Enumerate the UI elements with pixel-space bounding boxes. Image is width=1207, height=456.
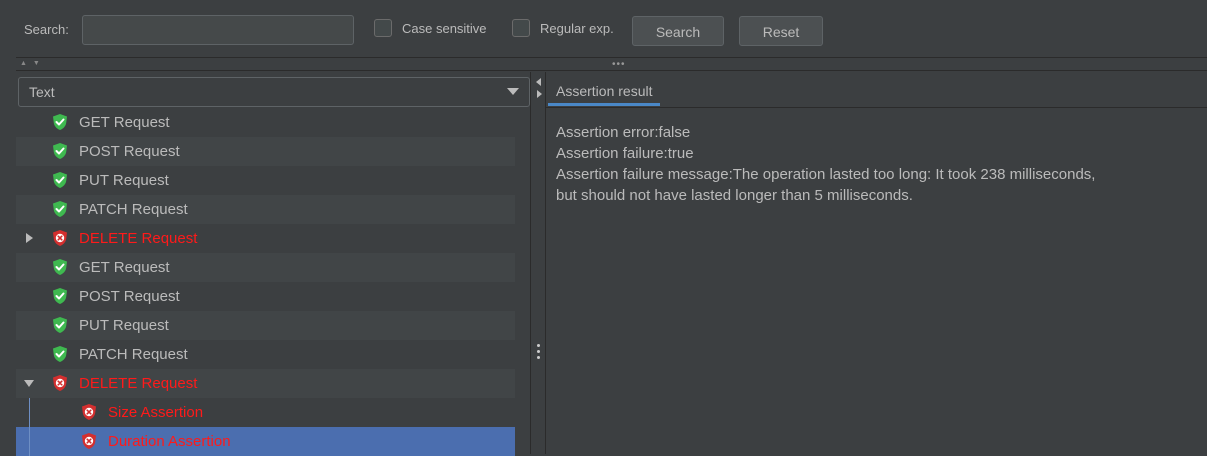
tree-row-label: GET Request xyxy=(79,114,170,131)
search-button[interactable]: Search xyxy=(632,16,724,46)
error-shield-icon xyxy=(51,374,69,392)
success-shield-icon xyxy=(51,316,69,334)
tree-row-label: DELETE Request xyxy=(79,230,198,247)
tree-row-label: Duration Assertion xyxy=(108,433,231,450)
success-shield-icon xyxy=(51,113,69,131)
results-tree: GET Request POST Request PUT Request PATCH … xyxy=(16,108,530,456)
divider xyxy=(16,57,1207,58)
tree-row[interactable]: DELETE Request xyxy=(16,369,515,398)
renderer-select-value: Text xyxy=(29,84,55,100)
collapse-right-icon[interactable] xyxy=(537,90,542,98)
tree-row-label: DELETE Request xyxy=(79,375,198,392)
tab-assertion-result[interactable]: Assertion result xyxy=(548,76,661,106)
tree-row[interactable]: PATCH Request xyxy=(16,195,515,224)
chevron-right-icon[interactable] xyxy=(26,233,33,243)
tree-row-label: PATCH Request xyxy=(79,201,188,218)
error-shield-icon xyxy=(80,403,98,421)
tree-row-label: Size Assertion xyxy=(108,404,204,421)
tree-row[interactable]: GET Request xyxy=(16,253,515,282)
search-bar: Search: Case sensitive Regular exp. Sear… xyxy=(0,0,1207,64)
collapse-left-icon[interactable] xyxy=(536,78,541,86)
tree-row-label: POST Request xyxy=(79,143,180,160)
tree-row-label: PUT Request xyxy=(79,317,169,334)
tree-row[interactable]: Duration Assertion xyxy=(16,427,515,456)
tree-row[interactable]: PUT Request xyxy=(16,166,515,195)
tree-row-label: PUT Request xyxy=(79,172,169,189)
error-shield-icon xyxy=(80,432,98,450)
tree-row[interactable]: DELETE Request xyxy=(16,224,515,253)
chevron-down-icon[interactable] xyxy=(24,380,34,387)
splitter-grip-icon[interactable] xyxy=(537,344,540,362)
result-line: Assertion failure message:The operation … xyxy=(556,166,1096,204)
reset-button[interactable]: Reset xyxy=(739,16,823,46)
regex-checkbox[interactable] xyxy=(512,19,530,37)
assertion-result-text: Assertion error:false Assertion failure:… xyxy=(546,108,1207,454)
case-sensitive-checkbox[interactable] xyxy=(374,19,392,37)
result-line: Assertion error:false xyxy=(556,124,691,141)
result-line: Assertion failure:true xyxy=(556,145,694,162)
case-sensitive-label: Case sensitive xyxy=(402,21,487,36)
tree-row-label: PATCH Request xyxy=(79,346,188,363)
collapse-arrows-icon[interactable]: ▲ ▼ xyxy=(20,60,42,67)
search-input[interactable] xyxy=(82,15,354,45)
chevron-down-icon xyxy=(507,88,519,95)
tree-row-label: GET Request xyxy=(79,259,170,276)
success-shield-icon xyxy=(51,200,69,218)
split-handle-dots-icon[interactable]: ••• xyxy=(612,59,626,70)
success-shield-icon xyxy=(51,258,69,276)
tree-guide-line xyxy=(29,427,30,456)
success-shield-icon xyxy=(51,142,69,160)
error-shield-icon xyxy=(51,229,69,247)
tree-row[interactable]: POST Request xyxy=(16,282,515,311)
search-label: Search: xyxy=(24,22,69,37)
tree-row-label: POST Request xyxy=(79,288,180,305)
tree-row[interactable]: POST Request xyxy=(16,137,515,166)
tree-row[interactable]: Size Assertion xyxy=(16,398,515,427)
tree-row[interactable]: PUT Request xyxy=(16,311,515,340)
renderer-select[interactable]: Text xyxy=(18,77,530,107)
success-shield-icon xyxy=(51,287,69,305)
success-shield-icon xyxy=(51,345,69,363)
success-shield-icon xyxy=(51,171,69,189)
assertion-result-panel: Assertion result Assertion error:false A… xyxy=(546,72,1207,454)
divider xyxy=(16,70,1207,71)
tree-guide-line xyxy=(29,398,30,427)
regex-label: Regular exp. xyxy=(540,21,614,36)
results-tree-panel: Text GET Request POST Request PUT Request P… xyxy=(16,72,530,456)
panel-splitter[interactable] xyxy=(530,72,546,454)
tree-row[interactable]: GET Request xyxy=(16,108,515,137)
tree-row[interactable]: PATCH Request xyxy=(16,340,515,369)
